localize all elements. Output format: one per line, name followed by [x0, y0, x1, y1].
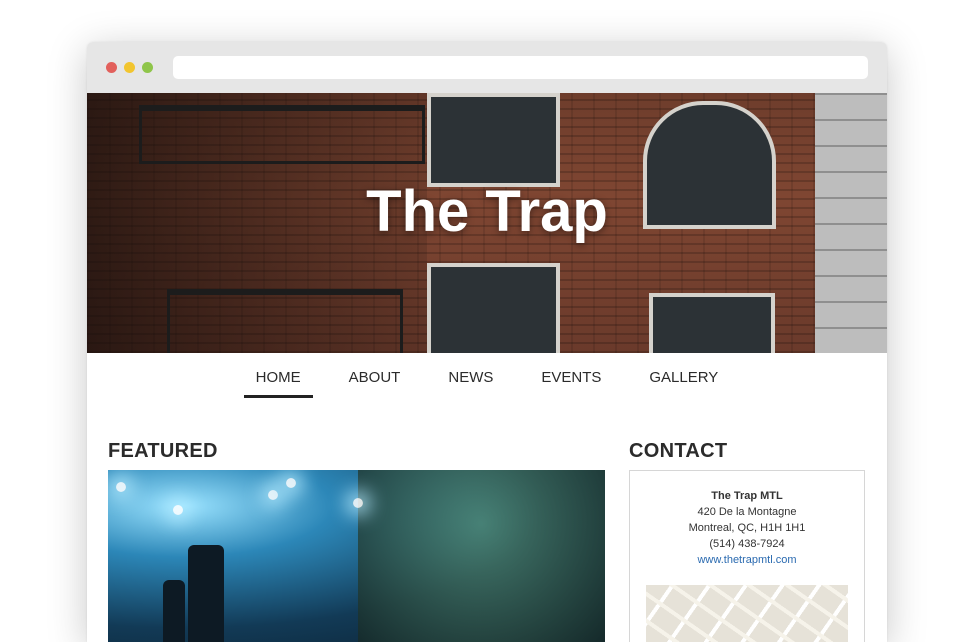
building-window: [649, 293, 775, 353]
fire-escape-upper: [139, 105, 425, 164]
featured-image[interactable]: [108, 470, 605, 642]
contact-name: The Trap MTL: [711, 490, 783, 502]
main-nav: HOME ABOUT NEWS EVENTS GALLERY: [87, 353, 887, 413]
stage-light: [268, 490, 278, 500]
contact-address-line2: Montreal, QC, H1H 1H1: [688, 522, 806, 534]
stage-light: [353, 498, 363, 508]
maximize-window-button[interactable]: [142, 62, 153, 73]
contact-heading: CONTACT: [629, 440, 728, 462]
nav-events[interactable]: EVENTS: [529, 353, 613, 396]
site-title: The Trap: [366, 179, 608, 244]
minimize-window-button[interactable]: [124, 62, 135, 73]
crowd-hand: [188, 545, 224, 642]
close-window-button[interactable]: [106, 62, 117, 73]
browser-chrome: [87, 42, 887, 93]
building-window: [427, 263, 560, 353]
stage-light-green: [358, 470, 605, 642]
contact-address-line1: 420 De la Montagne: [697, 506, 797, 518]
nav-home[interactable]: HOME: [243, 353, 313, 398]
nav-about[interactable]: ABOUT: [337, 353, 413, 396]
building-window: [427, 93, 560, 187]
location-map[interactable]: [646, 585, 848, 642]
address-bar[interactable]: [173, 56, 868, 79]
stage-light: [116, 482, 126, 492]
browser-window: The Trap HOME ABOUT NEWS EVENTS GALLERY …: [87, 42, 887, 642]
nav-gallery[interactable]: GALLERY: [637, 353, 730, 396]
stage-light: [173, 505, 183, 515]
fire-escape-lower: [167, 289, 403, 353]
stage-light: [286, 478, 296, 488]
contact-card: The Trap MTL 420 De la Montagne Montreal…: [629, 470, 865, 642]
contact-phone: (514) 438-7924: [709, 538, 785, 550]
hero-banner: The Trap: [87, 93, 887, 353]
featured-heading: FEATURED: [108, 440, 218, 462]
contact-website-link[interactable]: www.thetrapmtl.com: [630, 552, 864, 568]
nav-news[interactable]: NEWS: [436, 353, 505, 396]
crowd-hand: [163, 580, 185, 642]
